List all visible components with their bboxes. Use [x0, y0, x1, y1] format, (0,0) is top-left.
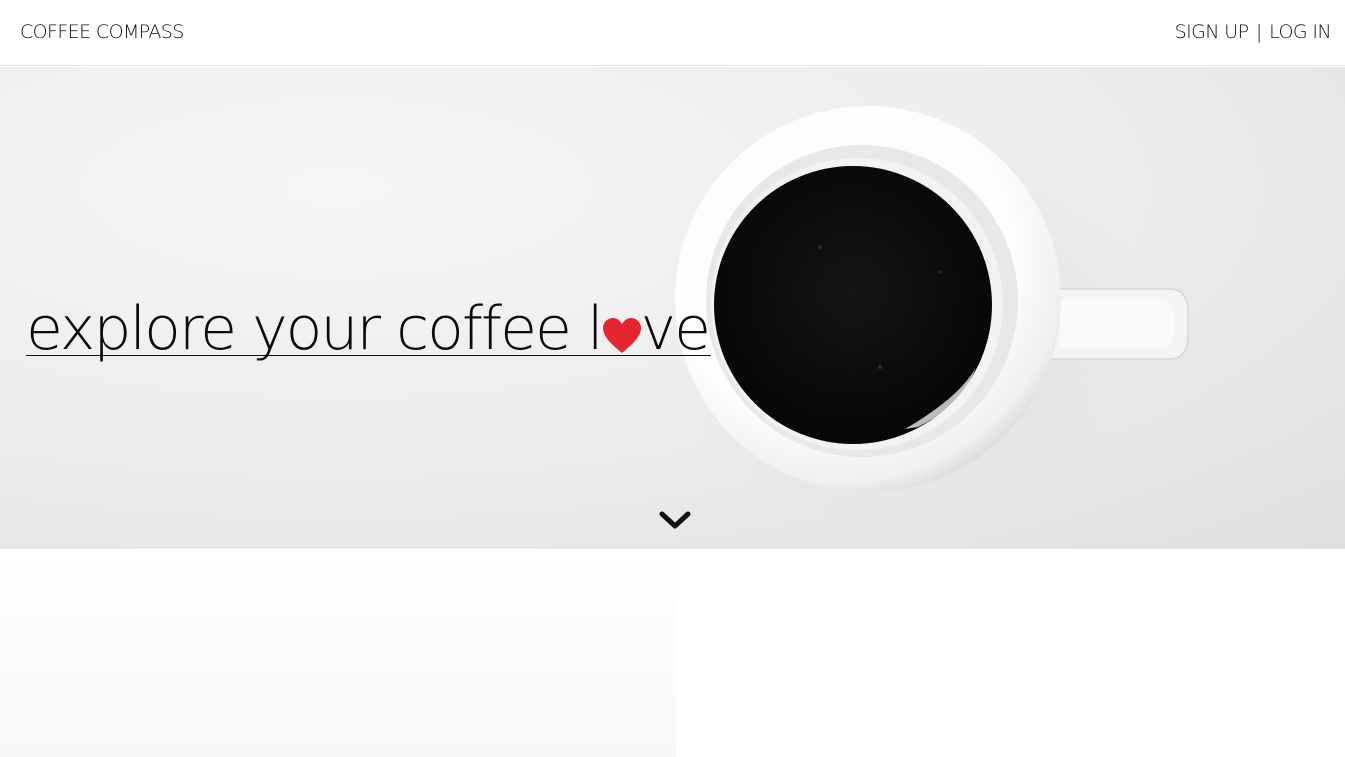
- heart-icon: [602, 318, 641, 353]
- auth-links: SIGN UP | LOG IN: [1175, 21, 1332, 43]
- hero-tagline: explore your coffee l ve: [26, 292, 711, 366]
- tagline-text-end: ve: [640, 294, 711, 364]
- content-section-placeholder: [0, 549, 676, 757]
- top-navbar: COFFEE COMPASS SIGN UP | LOG IN: [0, 0, 1345, 66]
- sign-up-link[interactable]: SIGN UP: [1175, 21, 1249, 43]
- tagline-text-start: explore your coffee l: [26, 294, 604, 364]
- auth-separator: |: [1255, 21, 1262, 43]
- log-in-link[interactable]: LOG IN: [1269, 21, 1331, 43]
- chevron-down-icon[interactable]: [659, 510, 691, 532]
- brand-logo[interactable]: COFFEE COMPASS: [20, 21, 184, 43]
